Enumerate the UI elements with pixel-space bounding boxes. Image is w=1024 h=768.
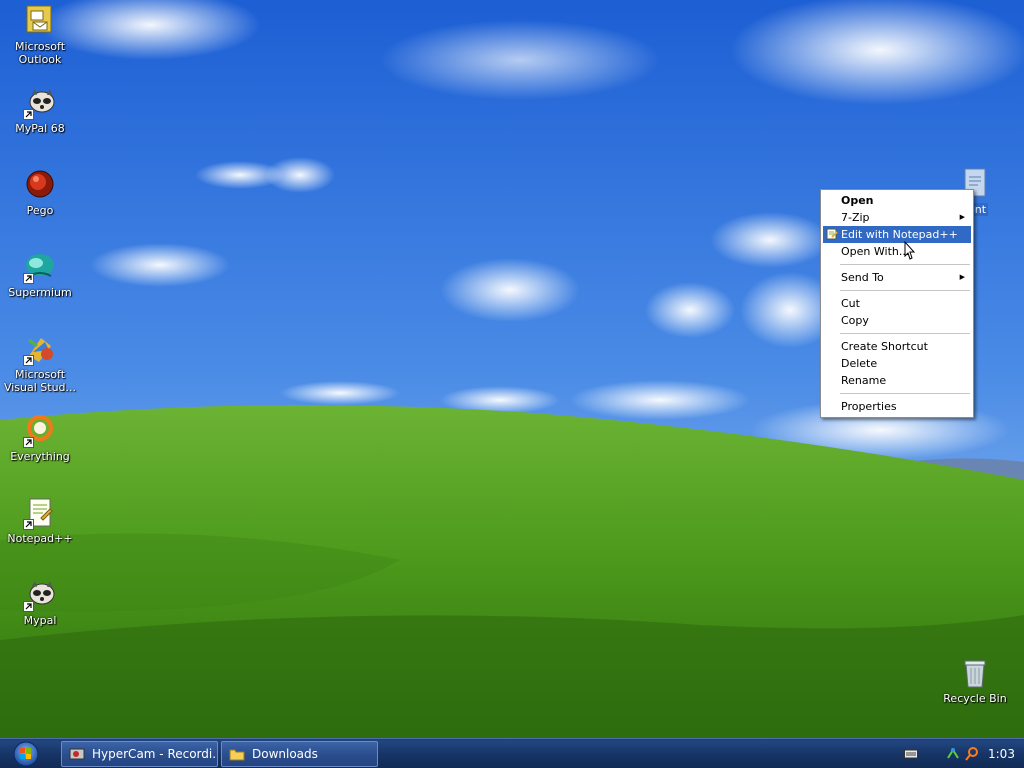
- menu-item-rename[interactable]: Rename: [823, 372, 971, 389]
- desktop-icon-label: Pego: [26, 204, 54, 217]
- desktop-icon-label: Recycle Bin: [943, 692, 1007, 705]
- raccoon-icon: [23, 86, 57, 120]
- keyboard-icon[interactable]: [904, 748, 918, 760]
- menu-item-label: Send To: [841, 271, 884, 284]
- desktop-icon-label: MyPal 68: [15, 122, 65, 135]
- supermium-icon: [23, 250, 57, 284]
- desktop-icon-outlook[interactable]: Microsoft Outlook: [1, 4, 79, 66]
- notepadpp-icon: [23, 496, 57, 530]
- menu-separator: [840, 264, 970, 265]
- menu-item-label: Copy: [841, 314, 869, 327]
- taskbar-clock[interactable]: 1:03 PM: [988, 739, 1024, 768]
- desktop-icon-mypal-68[interactable]: MyPal 68: [1, 86, 79, 135]
- menu-item-cut[interactable]: Cut: [823, 295, 971, 312]
- menu-separator: [840, 393, 970, 394]
- taskbar-button-hypercam[interactable]: HyperCam - Recordi...: [61, 741, 218, 767]
- menu-separator: [840, 290, 970, 291]
- system-tray: 1:03 PM: [874, 739, 1024, 768]
- menu-item-label: Rename: [841, 374, 887, 387]
- desktop-icon-pego[interactable]: Pego: [1, 168, 79, 217]
- menu-item-label: Create Shortcut: [841, 340, 928, 353]
- mouse-cursor-icon: [904, 241, 916, 260]
- context-menu: Open 7-Zip ▶ Edit with Notepad++ Open Wit…: [820, 189, 974, 418]
- menu-item-edit-with-notepadpp[interactable]: Edit with Notepad++: [823, 226, 971, 243]
- desktop-icon-visual-studio[interactable]: Microsoft Visual Stud...: [1, 332, 79, 394]
- desktop-icon-label: Notepad++: [7, 532, 73, 545]
- desktop-icon-everything[interactable]: Everything: [1, 414, 79, 463]
- menu-item-label: Edit with Notepad++: [841, 228, 958, 241]
- menu-item-label: Open With...: [841, 245, 910, 258]
- shortcut-arrow-icon: [23, 355, 34, 366]
- taskbar-button-label: Downloads: [252, 747, 318, 761]
- menu-item-label: Properties: [841, 400, 897, 413]
- menu-item-create-shortcut[interactable]: Create Shortcut: [823, 338, 971, 355]
- taskbar-button-label: HyperCam - Recordi...: [92, 747, 218, 761]
- shortcut-arrow-icon: [23, 519, 34, 530]
- menu-item-open-with[interactable]: Open With...: [823, 243, 971, 260]
- menu-item-7zip[interactable]: 7-Zip ▶: [823, 209, 971, 226]
- visual-studio-icon: [23, 332, 57, 366]
- pego-icon: [23, 168, 57, 202]
- desktop-icon-recycle-bin[interactable]: Recycle Bin: [936, 656, 1014, 705]
- desktop-icon-mypal[interactable]: Mypal: [1, 578, 79, 627]
- shortcut-arrow-icon: [23, 437, 34, 448]
- menu-item-properties[interactable]: Properties: [823, 398, 971, 415]
- submenu-arrow-icon: ▶: [959, 213, 965, 221]
- menu-item-delete[interactable]: Delete: [823, 355, 971, 372]
- menu-item-label: Cut: [841, 297, 860, 310]
- network-icon[interactable]: [946, 746, 960, 762]
- desktop-icon-notepadpp[interactable]: Notepad++: [1, 496, 79, 545]
- menu-item-open[interactable]: Open: [823, 192, 971, 209]
- menu-item-label: Open: [841, 194, 874, 207]
- start-button[interactable]: [6, 741, 46, 767]
- desktop-icon-label: Microsoft: [14, 368, 66, 381]
- taskbar-button-downloads[interactable]: Downloads: [221, 741, 378, 767]
- hypercam-icon: [69, 748, 85, 760]
- submenu-arrow-icon: ▶: [959, 273, 965, 281]
- menu-item-label: Delete: [841, 357, 878, 370]
- taskbar: HyperCam - Recordi... Downloads 1:03 PM: [0, 738, 1024, 768]
- desktop[interactable]: Microsoft Outlook MyPal 68 Pego Supermiu…: [0, 0, 1024, 738]
- desktop-icon-label: Mypal: [23, 614, 57, 627]
- desktop-icon-label: Everything: [10, 450, 70, 463]
- search-icon[interactable]: [965, 746, 979, 762]
- desktop-icon-supermium[interactable]: Supermium: [1, 250, 79, 299]
- notepadpp-small-icon: [826, 228, 838, 240]
- menu-item-send-to[interactable]: Send To ▶: [823, 269, 971, 286]
- folder-icon: [229, 749, 245, 761]
- desktop-icon-label: Outlook: [18, 53, 62, 66]
- menu-separator: [840, 333, 970, 334]
- menu-item-copy[interactable]: Copy: [823, 312, 971, 329]
- recycle-bin-icon: [958, 656, 992, 690]
- raccoon-icon: [23, 578, 57, 612]
- shortcut-arrow-icon: [23, 273, 34, 284]
- desktop-icon-label: Visual Stud...: [3, 381, 77, 394]
- shortcut-arrow-icon: [23, 109, 34, 120]
- shortcut-arrow-icon: [23, 601, 34, 612]
- everything-icon: [23, 414, 57, 448]
- desktop-icon-label: Supermium: [8, 286, 72, 299]
- outlook-icon: [23, 4, 57, 38]
- menu-item-label: 7-Zip: [841, 211, 870, 224]
- desktop-icon-label: Microsoft: [14, 40, 66, 53]
